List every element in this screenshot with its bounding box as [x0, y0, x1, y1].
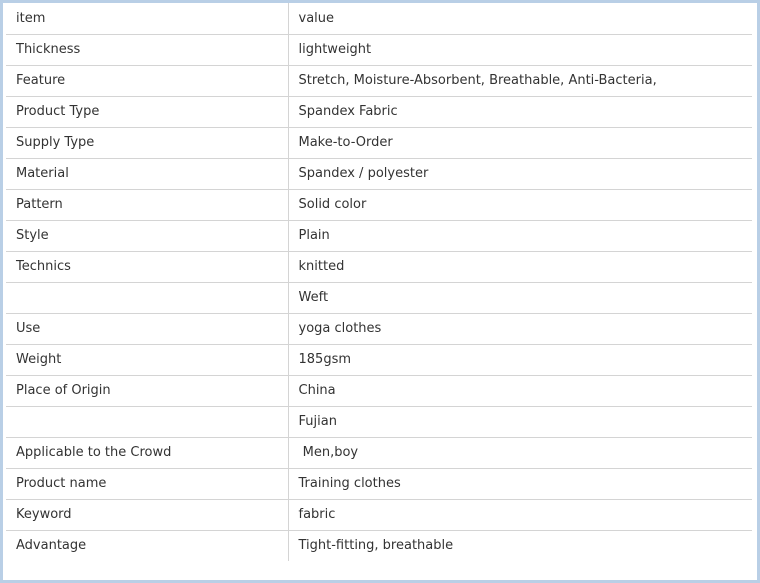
item-cell: Weight: [6, 343, 289, 376]
table-row: Supply Type Make-to-Order: [6, 126, 752, 159]
table-row: Fujian: [6, 405, 752, 438]
table-row: Product name Training clothes: [6, 467, 752, 500]
table-row: Weight 185gsm: [6, 343, 752, 376]
table-row: Weft: [6, 281, 752, 314]
table-row: Applicable to the Crowd Men,boy: [6, 436, 752, 469]
item-cell: Place of Origin: [6, 374, 289, 407]
header-item-cell: item: [6, 3, 289, 35]
value-cell: Fujian: [287, 405, 752, 438]
item-cell: Material: [6, 157, 289, 190]
table-row: Pattern Solid color: [6, 188, 752, 221]
item-cell: Style: [6, 219, 289, 252]
item-cell: Feature: [6, 64, 289, 97]
table-row: Product Type Spandex Fabric: [6, 95, 752, 128]
value-cell: China: [287, 374, 752, 407]
item-cell: [6, 405, 289, 438]
table-row: Feature Stretch, Moisture-Absorbent, Brea…: [6, 64, 752, 97]
item-cell: Advantage: [6, 529, 289, 561]
item-cell: Supply Type: [6, 126, 289, 159]
table-row: Style Plain: [6, 219, 752, 252]
table-row: Place of Origin China: [6, 374, 752, 407]
value-cell: Plain: [287, 219, 752, 252]
value-cell: Men,boy: [287, 436, 752, 469]
value-cell: fabric: [287, 498, 752, 531]
item-cell: Thickness: [6, 33, 289, 66]
value-cell: Tight-fitting, breathable: [287, 529, 752, 561]
table-header-row: item value: [6, 3, 752, 35]
spec-table-body: item value Thickness lightweight Feature St…: [6, 3, 752, 561]
item-cell: Product Type: [6, 95, 289, 128]
value-cell: yoga clothes: [287, 312, 752, 345]
item-cell: Keyword: [6, 498, 289, 531]
value-cell: Spandex Fabric: [287, 95, 752, 128]
item-cell: Product name: [6, 467, 289, 500]
value-cell: lightweight: [287, 33, 752, 66]
table-row: Thickness lightweight: [6, 33, 752, 66]
table-row: Keyword fabric: [6, 498, 752, 531]
table-row: Use yoga clothes: [6, 312, 752, 345]
table-row: Technics knitted: [6, 250, 752, 283]
item-cell: Pattern: [6, 188, 289, 221]
item-cell: Applicable to the Crowd: [6, 436, 289, 469]
header-value-cell: value: [287, 3, 752, 35]
spec-table-frame: item value Thickness lightweight Feature St…: [0, 0, 760, 583]
table-row: Advantage Tight-fitting, breathable: [6, 529, 752, 561]
value-cell: Stretch, Moisture-Absorbent, Breathable,…: [287, 64, 752, 97]
value-cell: Training clothes: [287, 467, 752, 500]
value-cell: Solid color: [287, 188, 752, 221]
product-spec-table: item value Thickness lightweight Feature St…: [6, 3, 752, 561]
item-cell: Use: [6, 312, 289, 345]
value-cell: Spandex / polyester: [287, 157, 752, 190]
item-cell: Technics: [6, 250, 289, 283]
value-cell: knitted: [287, 250, 752, 283]
value-cell: 185gsm: [287, 343, 752, 376]
value-cell: Make-to-Order: [287, 126, 752, 159]
item-cell: [6, 281, 289, 314]
table-row: Material Spandex / polyester: [6, 157, 752, 190]
value-cell: Weft: [287, 281, 752, 314]
